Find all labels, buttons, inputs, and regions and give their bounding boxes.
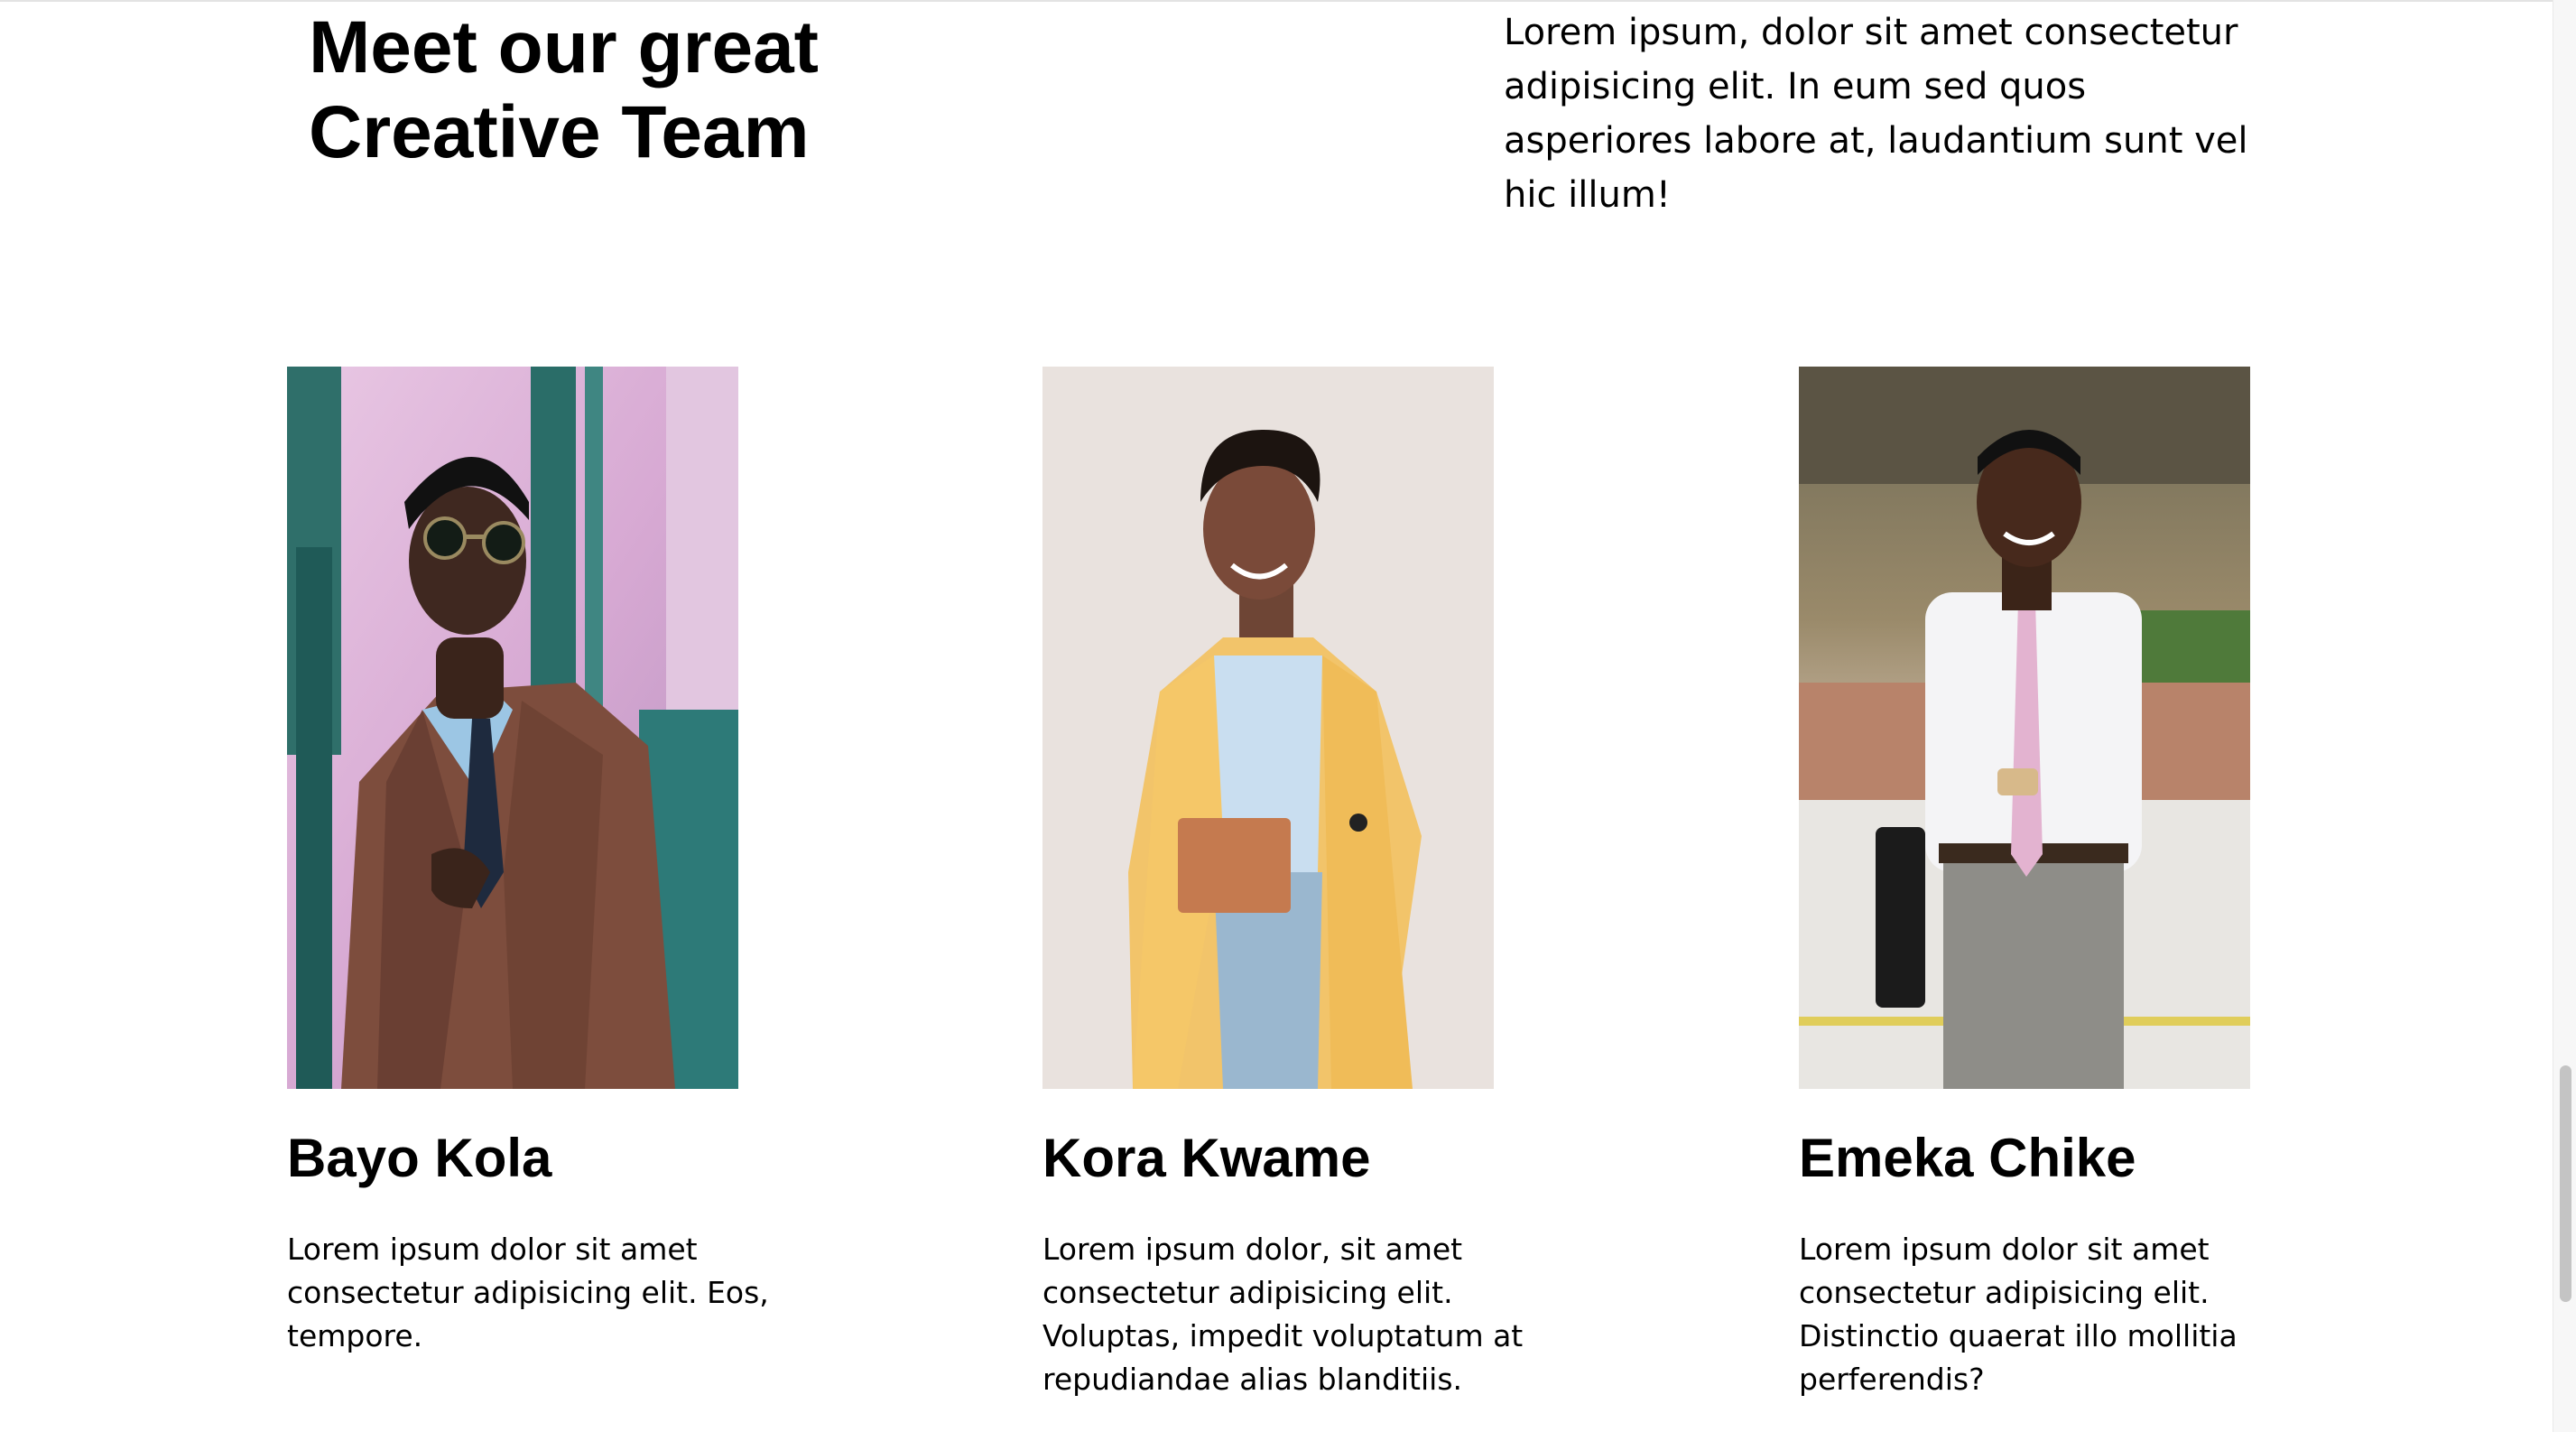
section-title-line-2: Creative Team [309,91,810,173]
top-divider [0,0,2553,2]
team-member-bio: Lorem ipsum dolor sit amet consectetur a… [287,1232,769,1353]
vertical-scrollbar[interactable] [2553,0,2576,1432]
team-member-bio: Lorem ipsum dolor, sit amet consectetur … [1042,1232,1524,1397]
team-member-photo [287,367,738,1089]
team-member-name: Emeka Chike [1799,1128,2136,1188]
team-member-photo [1799,367,2250,1089]
section-title-line-1: Meet our great [309,6,819,88]
team-member-card: Bayo Kola Lorem ipsum dolor sit amet con… [287,367,792,1353]
section-title: Meet our great Creative Team [309,5,1049,175]
team-section: Meet our great Creative Team Lorem ipsum… [0,0,2576,1432]
team-member-name: Kora Kwame [1042,1128,1371,1188]
team-member-bio: Lorem ipsum dolor sit amet consectetur a… [1799,1232,2238,1397]
team-member-name: Bayo Kola [287,1128,552,1188]
team-member-card: Emeka Chike Lorem ipsum dolor sit amet c… [1799,367,2304,1397]
team-member-photo [1042,367,1494,1089]
team-member-card: Kora Kwame Lorem ipsum dolor, sit amet c… [1042,367,1548,1397]
section-intro: Lorem ipsum, dolor sit amet consectetur … [1504,12,2248,216]
scrollbar-thumb[interactable] [2560,1065,2571,1302]
